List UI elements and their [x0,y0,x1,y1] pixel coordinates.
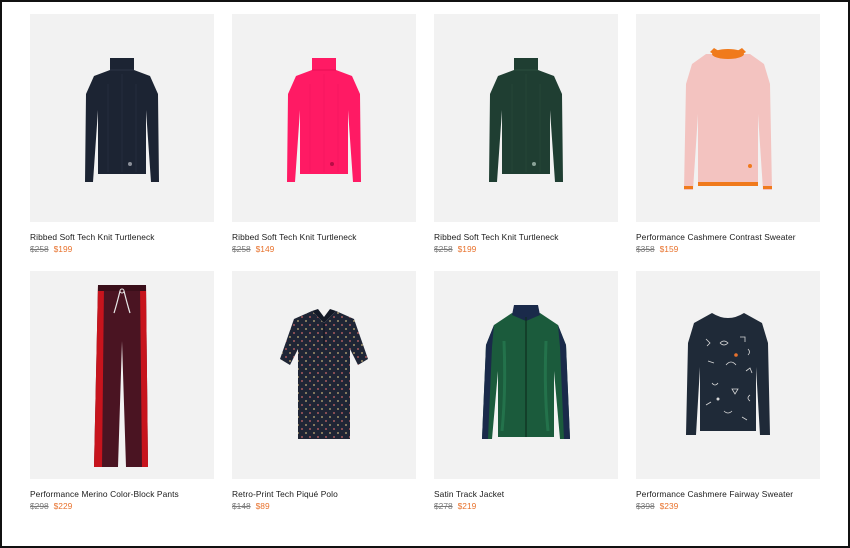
product-card[interactable]: Performance Cashmere Contrast Sweater $3… [636,14,820,255]
product-image[interactable] [30,14,214,222]
original-price: $258 [232,244,251,254]
product-price: $258 $149 [232,244,416,255]
original-price: $358 [636,244,655,254]
product-image[interactable] [30,271,214,479]
product-name[interactable]: Performance Cashmere Fairway Sweater [636,489,820,500]
original-price: $258 [30,244,49,254]
product-image[interactable] [232,271,416,479]
sale-price: $229 [53,501,73,511]
product-image[interactable] [636,271,820,479]
sale-price: $199 [53,244,73,254]
product-card[interactable]: Performance Cashmere Fairway Sweater $39… [636,271,820,512]
product-name[interactable]: Ribbed Soft Tech Knit Turtleneck [434,232,618,243]
product-price: $278 $219 [434,501,618,512]
sale-price: $89 [255,501,270,511]
product-card[interactable]: Ribbed Soft Tech Knit Turtleneck $258 $14… [232,14,416,255]
product-image[interactable] [434,271,618,479]
product-image[interactable] [434,14,618,222]
sale-price: $159 [659,244,679,254]
product-price: $148 $89 [232,501,416,512]
original-price: $258 [434,244,453,254]
product-price: $258 $199 [434,244,618,255]
product-price: $298 $229 [30,501,214,512]
product-image[interactable] [636,14,820,222]
product-price: $358 $159 [636,244,820,255]
product-name[interactable]: Ribbed Soft Tech Knit Turtleneck [30,232,214,243]
product-card[interactable]: Satin Track Jacket $278 $219 [434,271,618,512]
product-image[interactable] [232,14,416,222]
product-name[interactable]: Retro-Print Tech Piqué Polo [232,489,416,500]
original-price: $298 [30,501,49,511]
sale-price: $219 [457,501,477,511]
product-card[interactable]: Performance Merino Color-Block Pants $29… [30,271,214,512]
product-grid: Ribbed Soft Tech Knit Turtleneck $258 $19… [30,14,820,512]
product-price: $258 $199 [30,244,214,255]
original-price: $398 [636,501,655,511]
sale-price: $199 [457,244,477,254]
product-name[interactable]: Ribbed Soft Tech Knit Turtleneck [232,232,416,243]
product-card[interactable]: Ribbed Soft Tech Knit Turtleneck $258 $19… [434,14,618,255]
sale-price: $149 [255,244,275,254]
original-price: $148 [232,501,251,511]
product-card[interactable]: Retro-Print Tech Piqué Polo $148 $89 [232,271,416,512]
original-price: $278 [434,501,453,511]
product-card[interactable]: Ribbed Soft Tech Knit Turtleneck $258 $19… [30,14,214,255]
product-price: $398 $239 [636,501,820,512]
product-name[interactable]: Performance Merino Color-Block Pants [30,489,214,500]
product-name[interactable]: Performance Cashmere Contrast Sweater [636,232,820,243]
sale-price: $239 [659,501,679,511]
product-name[interactable]: Satin Track Jacket [434,489,618,500]
